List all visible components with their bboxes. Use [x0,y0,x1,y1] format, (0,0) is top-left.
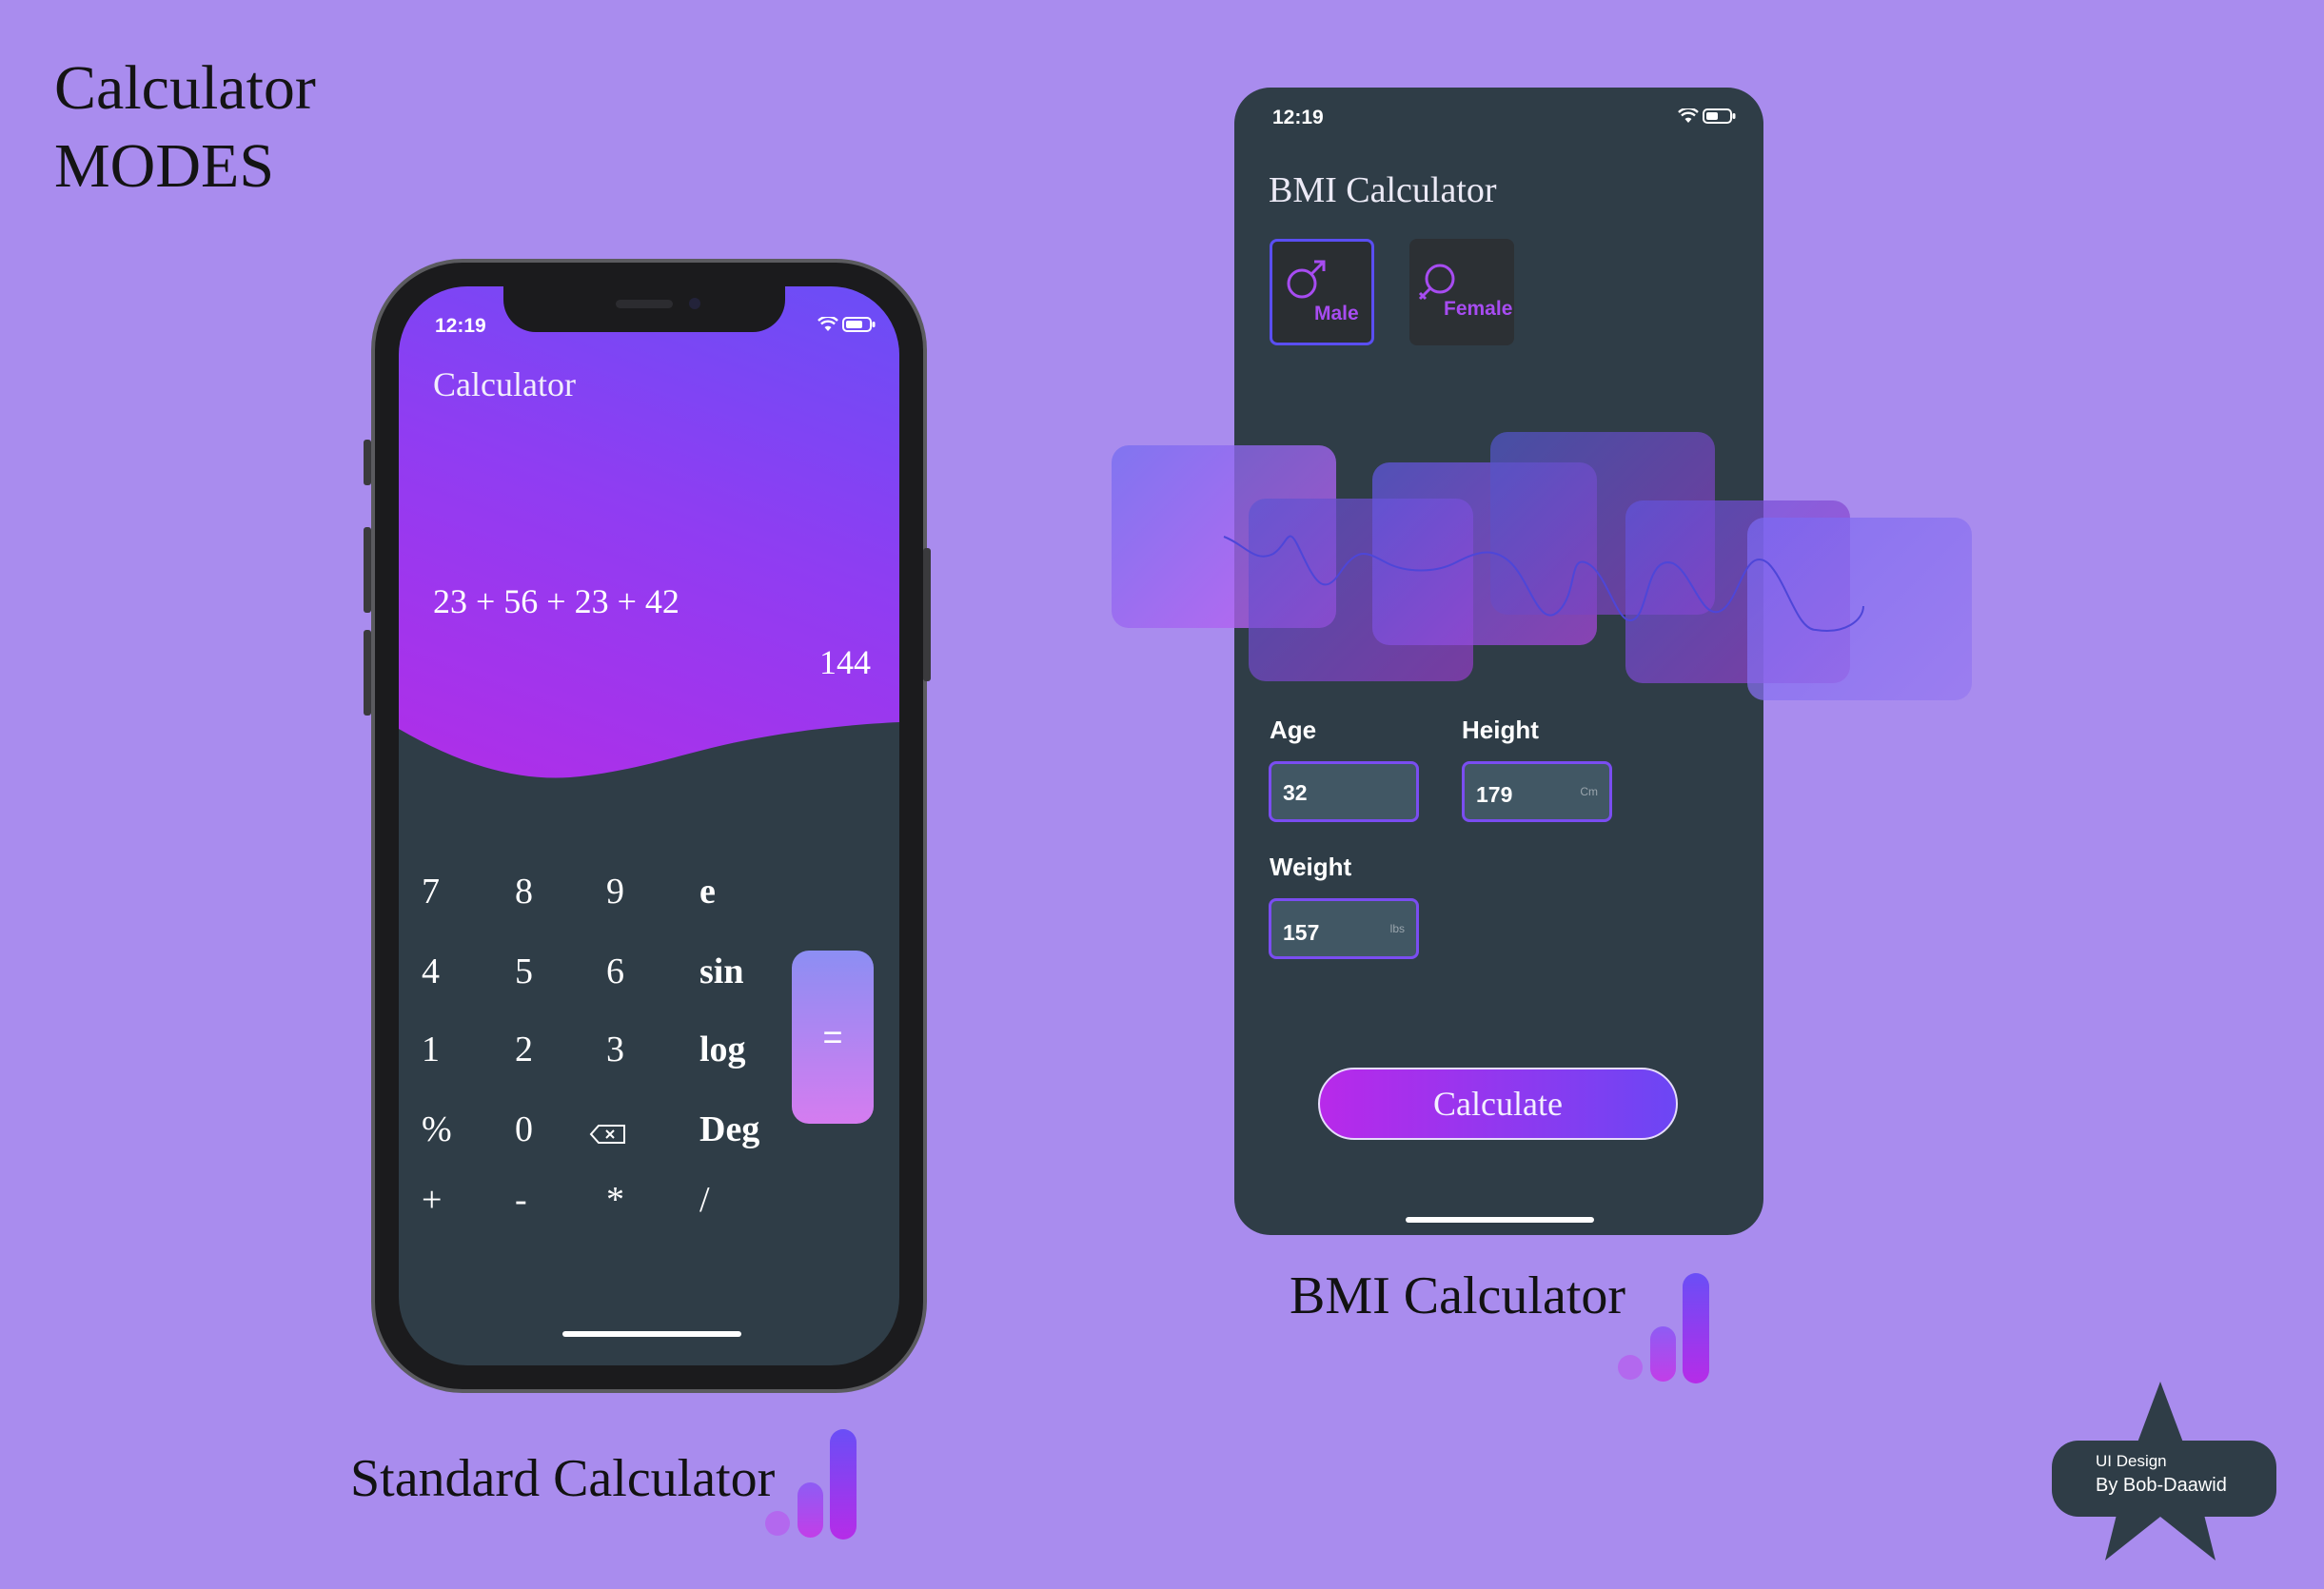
weight-unit: lbs [1389,922,1405,935]
gender-male-option[interactable]: Male [1270,239,1374,345]
calculate-button[interactable]: Calculate [1318,1068,1678,1140]
phone-side-button [923,548,931,681]
decorative-wave-line [1223,535,1864,632]
key-plus[interactable]: + [422,1179,442,1221]
key-multiply[interactable]: * [606,1179,624,1221]
wifi-icon [1678,108,1699,123]
bar-chart-icon [1616,1271,1713,1385]
height-value: 179 [1476,782,1513,807]
key-5[interactable]: 5 [515,951,533,992]
age-field[interactable]: 32 [1269,761,1419,822]
calculator-result: 144 [819,643,871,681]
phone-side-button [364,440,371,485]
standard-calculator-label: Standard Calculator [350,1449,776,1508]
status-time: 12:19 [1272,107,1324,128]
bmi-title: BMI Calculator [1269,170,1497,210]
badge-line1: UI Design [2096,1452,2167,1470]
key-minus[interactable]: - [515,1179,527,1221]
key-0[interactable]: 0 [515,1108,533,1150]
phone-side-button [364,630,371,716]
page-title-line1: Calculator [54,53,316,123]
phone-side-button [364,527,371,613]
female-label: Female [1444,298,1513,320]
wifi-icon [817,317,838,331]
age-value: 32 [1283,780,1308,805]
height-field[interactable]: 179 Cm [1462,761,1612,822]
battery-icon [1703,108,1736,124]
status-time: 12:19 [435,315,486,337]
bar-chart-icon [763,1427,860,1541]
calculator-expression: 23 + 56 + 23 + 42 [433,582,679,620]
key-2[interactable]: 2 [515,1029,533,1070]
key-3[interactable]: 3 [606,1029,624,1070]
key-sin[interactable]: sin [699,951,743,992]
age-label: Age [1270,716,1317,744]
backspace-icon[interactable] [589,1124,627,1145]
calculator-title: Calculator [433,365,576,403]
display-wave [399,696,899,848]
key-e[interactable]: e [699,871,716,912]
key-8[interactable]: 8 [515,871,533,912]
phone-notch [503,286,785,332]
standard-calculator-phone: 12:19 Calculator 23 + 56 + 23 + 42 144 7… [364,259,931,1393]
weight-field[interactable]: 157 lbs [1269,898,1419,959]
key-9[interactable]: 9 [606,871,624,912]
key-divide[interactable]: / [699,1179,710,1221]
credit-badge: UI Design By Bob-Daawid [2052,1441,2276,1517]
key-deg[interactable]: Deg [699,1108,759,1150]
height-label: Height [1462,716,1539,744]
home-indicator [1406,1217,1594,1223]
weight-label: Weight [1270,853,1352,881]
male-label: Male [1314,303,1359,324]
key-7[interactable]: 7 [422,871,440,912]
decorative-card-cluster [1112,430,1972,706]
battery-icon [842,317,876,332]
key-log[interactable]: log [699,1029,746,1070]
key-4[interactable]: 4 [422,951,440,992]
equals-button[interactable]: = [792,951,874,1124]
gender-female-option[interactable]: Female [1409,239,1514,345]
bmi-calculator-label: BMI Calculator [1290,1266,1626,1325]
page-title: Calculator MODES [54,49,316,206]
height-unit: Cm [1580,785,1598,798]
page-title-line2: MODES [54,131,275,201]
weight-value: 157 [1283,920,1320,945]
key-6[interactable]: 6 [606,951,624,992]
male-icon [1287,260,1326,299]
badge-line2: By Bob-Daawid [2096,1475,2227,1496]
key-percent[interactable]: % [422,1108,452,1150]
key-1[interactable]: 1 [422,1029,440,1070]
standard-calculator-screen: 12:19 Calculator 23 + 56 + 23 + 42 144 7… [399,286,899,1365]
home-indicator [562,1331,741,1337]
